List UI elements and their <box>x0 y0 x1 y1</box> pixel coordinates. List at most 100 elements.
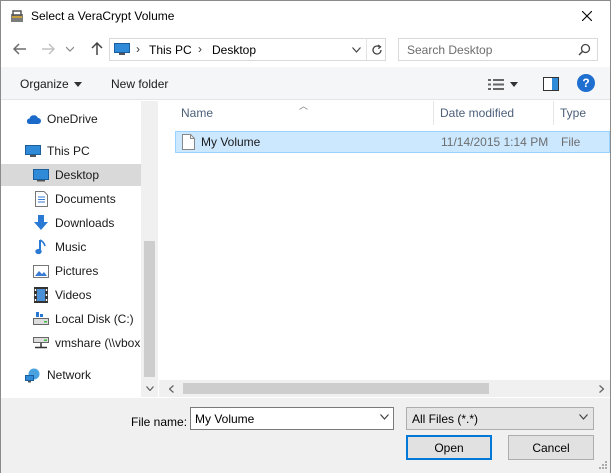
pictures-icon <box>33 263 49 279</box>
computer-icon <box>25 143 41 159</box>
scroll-left-button[interactable] <box>163 380 180 397</box>
command-bar: Organize New folder ? <box>1 67 610 100</box>
local-disk-icon <box>33 311 49 327</box>
documents-icon <box>33 191 49 207</box>
file-dialog: Select a VeraCrypt Volume › This PC › De… <box>0 0 611 473</box>
address-bar[interactable]: › This PC › Desktop <box>109 38 386 61</box>
cloud-icon <box>25 111 41 127</box>
nav-item-music[interactable]: Music <box>33 236 141 258</box>
recent-locations-button[interactable] <box>63 39 77 59</box>
file-name: My Volume <box>201 135 261 149</box>
preview-pane-icon <box>543 77 559 91</box>
file-type-filter-value: All Files (*.*) <box>412 412 479 426</box>
arrow-right-icon <box>42 43 55 55</box>
nav-item-downloads[interactable]: Downloads <box>33 212 141 234</box>
nav-item-documents[interactable]: Documents <box>33 188 141 210</box>
refresh-button[interactable] <box>366 39 386 60</box>
network-drive-icon <box>33 335 49 351</box>
nav-item-local-disk[interactable]: Local Disk (C:) <box>33 308 141 330</box>
forward-button[interactable] <box>38 39 58 59</box>
file-name-label: File name: <box>131 415 188 429</box>
file-date-modified: 11/14/2015 1:14 PM <box>441 135 549 149</box>
column-header-label: Name <box>181 106 214 120</box>
column-header-name[interactable]: Name <box>175 101 434 125</box>
videos-icon <box>33 287 49 303</box>
refresh-icon <box>371 43 382 55</box>
nav-item-label: OneDrive <box>47 112 98 126</box>
breadcrumb-desktop[interactable]: Desktop <box>212 43 256 57</box>
nav-item-label: Downloads <box>55 216 115 230</box>
navigation-scrollbar-thumb[interactable] <box>144 241 155 377</box>
nav-item-label: Pictures <box>55 264 99 278</box>
nav-item-this-pc[interactable]: This PC <box>25 140 141 162</box>
close-icon <box>582 11 592 21</box>
nav-item-pictures[interactable]: Pictures <box>33 260 141 282</box>
veracrypt-app-icon <box>11 10 23 22</box>
navigation-pane: OneDrive This PC Desktop Documents Downl… <box>1 101 158 397</box>
nav-item-videos[interactable]: Videos <box>33 284 141 306</box>
column-header-label: Type <box>560 106 587 120</box>
chevron-down-icon <box>351 46 361 53</box>
scroll-right-button[interactable] <box>593 380 610 397</box>
resize-grip-icon[interactable] <box>597 459 607 469</box>
cancel-button[interactable]: Cancel <box>508 435 594 460</box>
column-header-type[interactable]: Type <box>554 101 610 125</box>
caret-down-icon <box>510 81 518 87</box>
music-icon <box>33 239 49 255</box>
help-button[interactable]: ? <box>577 74 595 92</box>
new-folder-button[interactable]: New folder <box>111 77 168 91</box>
chevron-right-icon <box>599 384 604 393</box>
change-view-button[interactable] <box>488 75 524 93</box>
nav-item-label: Local Disk (C:) <box>55 312 134 326</box>
file-type-filter-select[interactable]: All Files (*.*) <box>406 407 594 430</box>
file-type: File <box>561 135 581 149</box>
column-header-date-modified[interactable]: Date modified <box>434 101 554 125</box>
nav-item-network[interactable]: Network <box>25 364 141 386</box>
nav-item-label: Music <box>55 240 87 254</box>
search-input[interactable]: Search Desktop <box>398 38 598 61</box>
nav-item-desktop[interactable]: Desktop <box>1 164 141 186</box>
chevron-left-icon <box>169 384 174 393</box>
breadcrumb-this-pc[interactable]: This PC <box>149 43 192 57</box>
chevron-down-icon <box>579 414 588 420</box>
organize-button[interactable]: Organize <box>20 77 82 91</box>
caret-down-icon <box>73 82 82 88</box>
file-name-value: My Volume <box>195 412 255 426</box>
up-button[interactable] <box>87 39 107 59</box>
file-name-input[interactable]: My Volume <box>190 407 394 430</box>
nav-item-vmshare[interactable]: vmshare (\\vbox <box>33 332 141 354</box>
arrow-up-icon <box>91 42 103 55</box>
breadcrumb-separator: › <box>136 42 140 56</box>
column-header-label: Date modified <box>440 106 515 120</box>
address-history-dropdown[interactable] <box>346 39 366 60</box>
computer-icon <box>114 43 130 55</box>
open-button[interactable]: Open <box>406 435 492 460</box>
chevron-down-icon <box>380 414 389 420</box>
nav-item-onedrive[interactable]: OneDrive <box>25 108 141 130</box>
nav-item-label: Documents <box>55 192 116 206</box>
desktop-icon <box>33 167 49 183</box>
scroll-down-button[interactable] <box>141 380 158 397</box>
details-view-icon <box>488 78 504 90</box>
network-icon <box>25 367 41 383</box>
organize-label: Organize <box>20 77 69 91</box>
breadcrumb-separator: › <box>198 42 202 56</box>
horizontal-scrollbar-thumb[interactable] <box>183 383 489 394</box>
preview-pane-button[interactable] <box>542 75 560 93</box>
nav-item-label: Desktop <box>55 168 100 182</box>
search-icon <box>578 43 591 56</box>
nav-item-label: Videos <box>55 288 92 302</box>
window-title: Select a VeraCrypt Volume <box>31 9 175 23</box>
chevron-down-icon <box>145 386 154 391</box>
nav-item-label: vmshare (\\vbox <box>55 336 141 350</box>
back-button[interactable] <box>10 39 30 59</box>
file-icon <box>182 134 195 150</box>
nav-item-label: Network <box>47 368 92 382</box>
chevron-down-icon <box>66 46 74 52</box>
close-button[interactable] <box>564 1 610 31</box>
arrow-left-icon <box>13 43 26 55</box>
downloads-icon <box>33 215 49 231</box>
file-row-selected[interactable]: My Volume 11/14/2015 1:14 PM File <box>175 131 610 153</box>
title-bar: Select a VeraCrypt Volume <box>1 1 610 32</box>
search-placeholder: Search Desktop <box>407 43 493 57</box>
